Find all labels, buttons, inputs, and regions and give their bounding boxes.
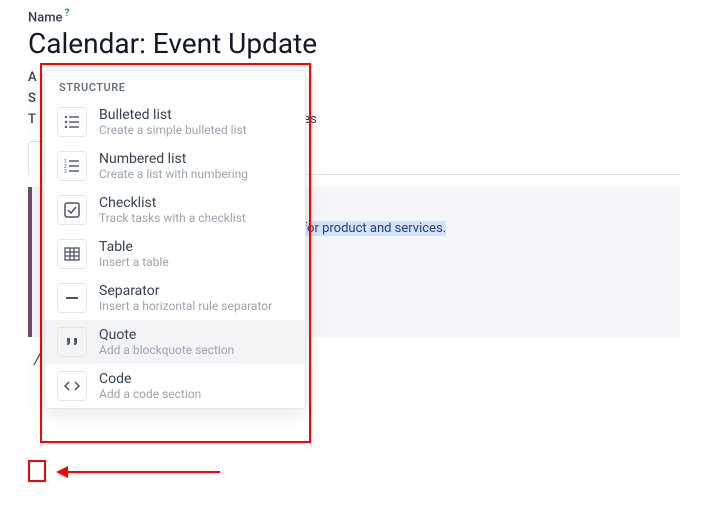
- help-icon[interactable]: ?: [65, 8, 70, 19]
- slash-command-dropdown: STRUCTURE Bulleted listCreate a simple b…: [44, 70, 306, 409]
- table-icon: [57, 239, 87, 269]
- dropdown-item-quote[interactable]: QuoteAdd a blockquote section: [45, 320, 305, 364]
- dropdown-item-table[interactable]: TableInsert a table: [45, 232, 305, 276]
- page-title: Calendar: Event Update: [28, 27, 680, 60]
- svg-text:3: 3: [64, 169, 67, 174]
- list-ol-icon: 123: [57, 151, 87, 181]
- list-ul-icon: [57, 107, 87, 137]
- dropdown-section-header: STRUCTURE: [45, 71, 305, 100]
- check-icon: [57, 195, 87, 225]
- annotation-rect-cursor: [28, 460, 46, 482]
- dropdown-item-separator[interactable]: SeparatorInsert a horizontal rule separa…: [45, 276, 305, 320]
- minus-icon: [57, 283, 87, 313]
- dropdown-item-bulleted-list[interactable]: Bulleted listCreate a simple bulleted li…: [45, 100, 305, 144]
- dropdown-item-numbered-list[interactable]: 123 Numbered listCreate a list with numb…: [45, 144, 305, 188]
- quote-icon: [57, 327, 87, 357]
- code-icon: [57, 371, 87, 401]
- annotation-arrow: [50, 466, 220, 478]
- dropdown-item-code[interactable]: CodeAdd a code section: [45, 364, 305, 408]
- dropdown-item-checklist[interactable]: ChecklistTrack tasks with a checklist: [45, 188, 305, 232]
- name-label: Name?: [28, 8, 680, 25]
